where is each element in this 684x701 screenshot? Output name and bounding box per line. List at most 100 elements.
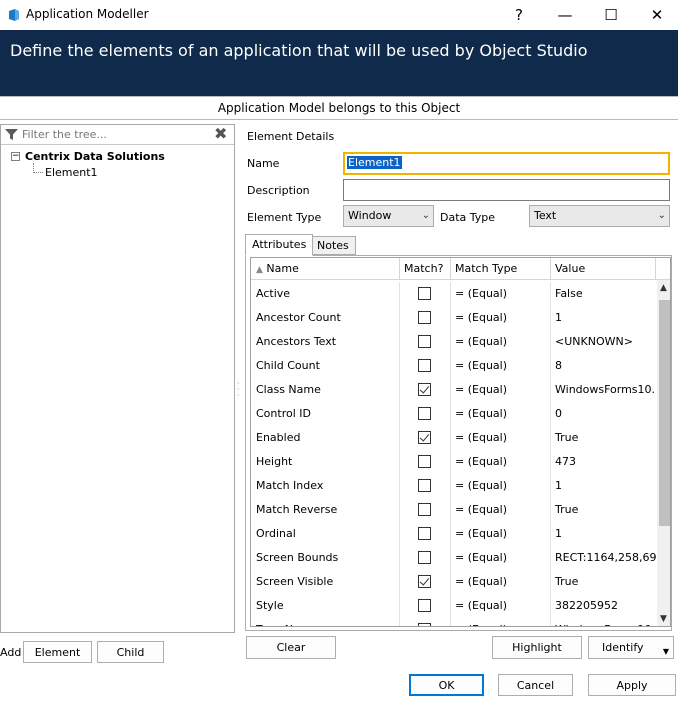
- table-row[interactable]: Active = (Equal) False: [251, 282, 656, 306]
- table-row[interactable]: Match Reverse = (Equal) True: [251, 498, 656, 522]
- attribute-name: Match Reverse: [251, 498, 400, 522]
- clear-button[interactable]: Clear: [246, 636, 336, 659]
- tree-root-node[interactable]: Centrix Data Solutions: [25, 150, 165, 163]
- ok-button[interactable]: OK: [409, 674, 484, 696]
- clear-filter-icon[interactable]: ✖: [214, 126, 227, 142]
- match-checkbox[interactable]: [418, 383, 431, 396]
- match-type-cell[interactable]: = (Equal): [451, 450, 551, 474]
- table-row[interactable]: Height = (Equal) 473: [251, 450, 656, 474]
- column-header-value[interactable]: Value: [551, 258, 656, 280]
- add-element-button[interactable]: Element: [23, 641, 92, 663]
- scroll-down-icon[interactable]: ▼: [660, 614, 667, 624]
- table-row[interactable]: Match Index = (Equal) 1: [251, 474, 656, 498]
- vertical-scrollbar[interactable]: ▲ ▼: [657, 280, 670, 626]
- match-type-cell[interactable]: = (Equal): [451, 570, 551, 594]
- value-cell[interactable]: WindowsForms10...: [551, 618, 656, 626]
- value-cell[interactable]: 1: [551, 474, 656, 498]
- table-row[interactable]: Enabled = (Equal) True: [251, 426, 656, 450]
- match-checkbox[interactable]: [418, 599, 431, 612]
- attributes-grid: ▲ Name Match? Match Type Value Active = (…: [250, 257, 671, 627]
- match-checkbox[interactable]: [418, 479, 431, 492]
- tab-notes[interactable]: Notes: [310, 236, 356, 255]
- table-row[interactable]: Class Name = (Equal) WindowsForms10...: [251, 378, 656, 402]
- match-type-cell[interactable]: = (Equal): [451, 402, 551, 426]
- match-type-cell[interactable]: = (Equal): [451, 546, 551, 570]
- table-row[interactable]: Child Count = (Equal) 8: [251, 354, 656, 378]
- highlight-button[interactable]: Highlight: [492, 636, 582, 659]
- match-type-cell[interactable]: = (Equal): [451, 330, 551, 354]
- table-row[interactable]: Ancestor Count = (Equal) 1: [251, 306, 656, 330]
- name-field[interactable]: Element1: [343, 152, 670, 175]
- filter-tree-input[interactable]: [20, 126, 210, 143]
- value-cell[interactable]: WindowsForms10...: [551, 378, 656, 402]
- value-cell[interactable]: 382205952: [551, 594, 656, 618]
- table-row[interactable]: Ancestors Text = (Equal) <UNKNOWN>: [251, 330, 656, 354]
- match-type-cell[interactable]: = (Equal): [451, 354, 551, 378]
- cancel-button[interactable]: Cancel: [498, 674, 573, 696]
- data-type-select[interactable]: Text ⌄: [529, 205, 670, 227]
- value-cell[interactable]: False: [551, 282, 656, 306]
- add-child-button[interactable]: Child: [97, 641, 164, 663]
- tree-node-element1[interactable]: Element1: [45, 166, 98, 179]
- match-checkbox[interactable]: [418, 431, 431, 444]
- name-label: Name: [247, 157, 280, 170]
- value-cell[interactable]: <UNKNOWN>: [551, 330, 656, 354]
- identify-button[interactable]: Identify ▼: [588, 636, 674, 659]
- match-type-cell[interactable]: = (Equal): [451, 498, 551, 522]
- scroll-up-icon[interactable]: ▲: [660, 283, 667, 293]
- table-row[interactable]: Control ID = (Equal) 0: [251, 402, 656, 426]
- value-cell[interactable]: 1: [551, 522, 656, 546]
- column-header-match[interactable]: Match?: [400, 258, 451, 280]
- match-type-cell[interactable]: = (Equal): [451, 282, 551, 306]
- match-checkbox[interactable]: [418, 311, 431, 324]
- match-checkbox[interactable]: [418, 359, 431, 372]
- description-field[interactable]: [343, 179, 670, 201]
- value-cell[interactable]: 473: [551, 450, 656, 474]
- table-row[interactable]: Type Name = (Equal)WindowsForms10...: [251, 618, 656, 626]
- match-type-cell[interactable]: = (Equal): [451, 474, 551, 498]
- table-row[interactable]: Screen Bounds = (Equal) RECT:1164,258,69..…: [251, 546, 656, 570]
- match-checkbox[interactable]: [418, 287, 431, 300]
- close-icon[interactable]: ✕: [634, 0, 680, 30]
- match-type-cell[interactable]: = (Equal): [451, 522, 551, 546]
- match-checkbox[interactable]: [418, 455, 431, 468]
- match-type-cell[interactable]: = (Equal): [451, 594, 551, 618]
- filter-icon: [5, 129, 18, 140]
- match-checkbox[interactable]: [418, 407, 431, 420]
- maximize-icon[interactable]: ☐: [588, 0, 634, 30]
- help-icon[interactable]: ?: [496, 0, 542, 30]
- tab-attributes[interactable]: Attributes: [245, 234, 314, 256]
- match-checkbox[interactable]: [418, 527, 431, 540]
- collapse-icon[interactable]: −: [11, 152, 20, 161]
- table-row[interactable]: Style = (Equal) 382205952: [251, 594, 656, 618]
- splitter-handle[interactable]: · · ·: [237, 380, 240, 400]
- match-checkbox[interactable]: [418, 551, 431, 564]
- match-checkbox[interactable]: [418, 503, 431, 516]
- value-cell[interactable]: RECT:1164,258,69...: [551, 546, 656, 570]
- element-type-select[interactable]: Window ⌄: [343, 205, 434, 227]
- match-type-cell[interactable]: = (Equal): [451, 618, 551, 626]
- value-cell[interactable]: True: [551, 570, 656, 594]
- match-checkbox[interactable]: [418, 575, 431, 588]
- scrollbar-thumb[interactable]: [659, 300, 670, 526]
- table-row[interactable]: Ordinal = (Equal) 1: [251, 522, 656, 546]
- minimize-icon[interactable]: —: [542, 0, 588, 30]
- value-cell[interactable]: 0: [551, 402, 656, 426]
- value-cell[interactable]: True: [551, 498, 656, 522]
- element-details-title: Element Details: [247, 130, 335, 143]
- column-header-name[interactable]: ▲ Name: [251, 258, 400, 280]
- value-cell[interactable]: 1: [551, 306, 656, 330]
- attribute-name: Ordinal: [251, 522, 400, 546]
- match-type-cell[interactable]: = (Equal): [451, 378, 551, 402]
- column-header-match-type[interactable]: Match Type: [451, 258, 551, 280]
- header-banner: [0, 30, 678, 96]
- match-checkbox[interactable]: [418, 335, 431, 348]
- apply-button[interactable]: Apply: [588, 674, 676, 696]
- value-cell[interactable]: 8: [551, 354, 656, 378]
- match-checkbox[interactable]: [418, 623, 431, 626]
- match-type-cell[interactable]: = (Equal): [451, 306, 551, 330]
- match-type-cell[interactable]: = (Equal): [451, 426, 551, 450]
- table-row[interactable]: Screen Visible = (Equal) True: [251, 570, 656, 594]
- dropdown-arrow-icon[interactable]: ▼: [663, 641, 669, 662]
- value-cell[interactable]: True: [551, 426, 656, 450]
